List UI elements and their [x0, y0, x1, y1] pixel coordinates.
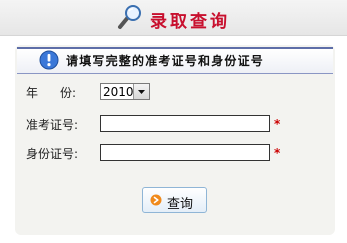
year-label-char1: 年: [26, 86, 39, 100]
exam-number-required-mark: *: [274, 117, 281, 131]
exam-number-label: 准考证号:: [26, 118, 79, 132]
arrow-circle-icon: [150, 194, 162, 206]
query-button[interactable]: 查询: [142, 187, 207, 213]
exam-number-input[interactable]: [100, 115, 270, 132]
chevron-down-icon: [138, 90, 145, 94]
year-label: 年 份:: [26, 84, 76, 101]
year-dropdown-button[interactable]: [133, 84, 149, 99]
instruction-text: 请填写完整的准考证号和身份证号: [66, 54, 265, 68]
id-number-label: 身份证号:: [26, 147, 79, 161]
magnifier-icon: [118, 5, 141, 29]
year-select[interactable]: 2010: [100, 83, 150, 100]
year-select-value: 2010: [103, 85, 134, 99]
id-number-input[interactable]: [100, 144, 270, 161]
id-number-required-mark: *: [274, 146, 281, 160]
header-divider: [0, 35, 347, 36]
page-title: 录取查询: [150, 12, 230, 32]
info-icon: [39, 50, 59, 70]
query-button-label: 查询: [167, 197, 194, 212]
year-label-char2: 份:: [60, 86, 77, 100]
